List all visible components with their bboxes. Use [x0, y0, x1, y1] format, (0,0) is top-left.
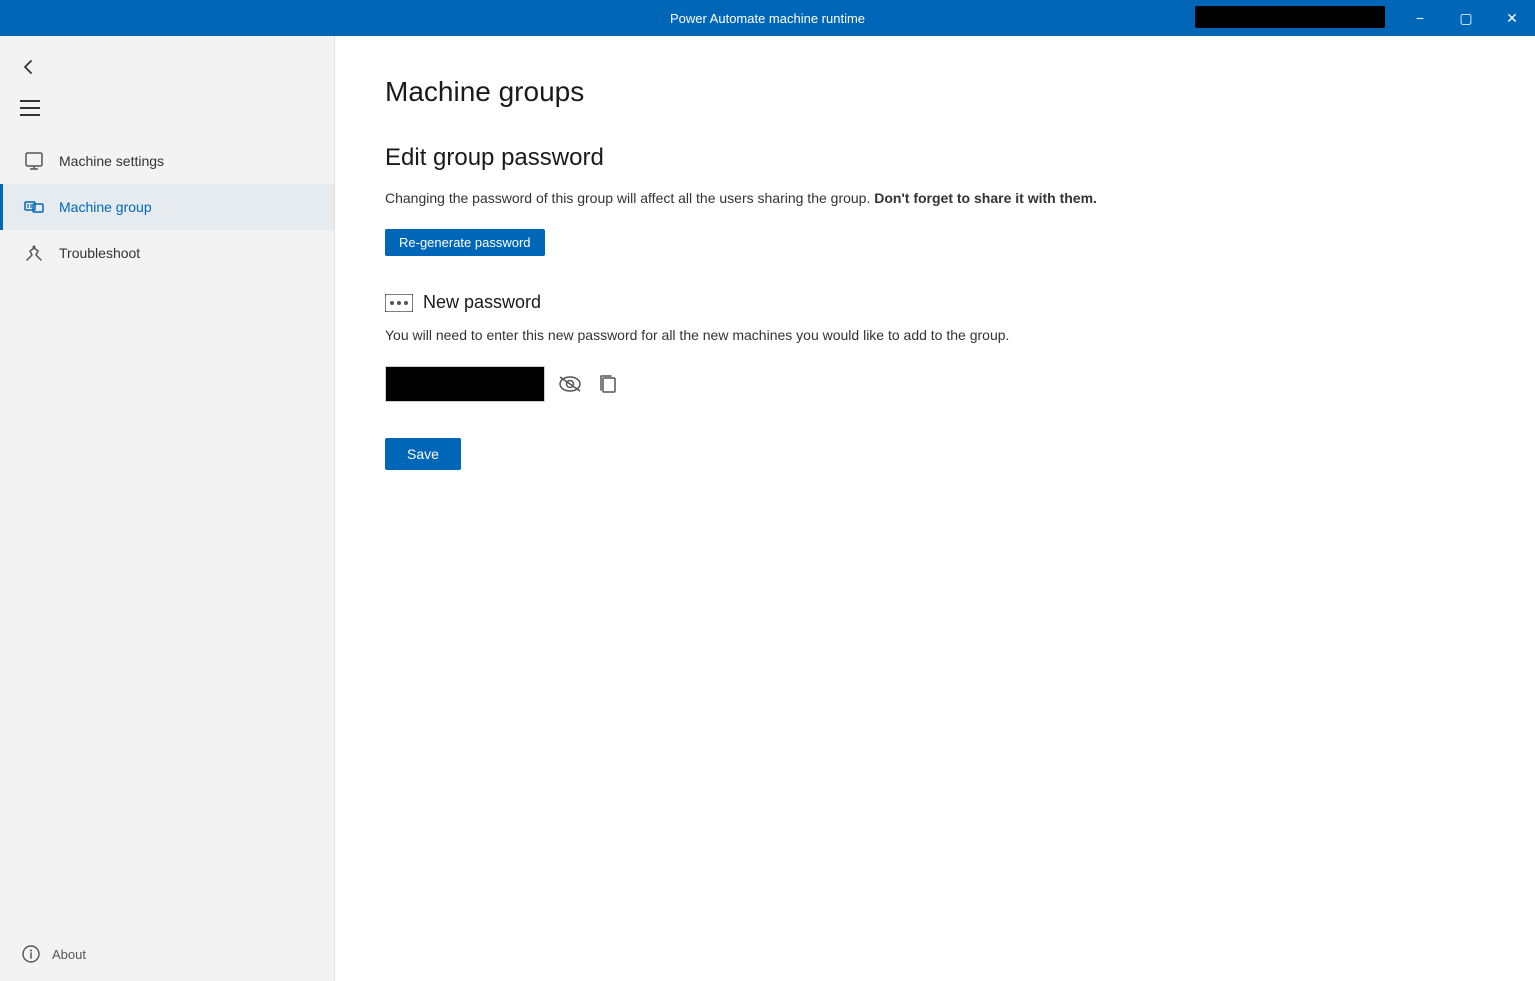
sidebar: Machine settings Machine group: [0, 36, 335, 981]
password-dots-icon: [385, 294, 413, 312]
about-button[interactable]: About: [0, 927, 334, 981]
new-password-title: New password: [423, 292, 541, 313]
password-description: You will need to enter this new password…: [385, 325, 1485, 346]
save-button[interactable]: Save: [385, 438, 461, 470]
hamburger-icon: [20, 100, 40, 116]
description-bold: Don't forget to share it with them.: [874, 190, 1097, 206]
sidebar-nav: Machine settings Machine group: [0, 138, 334, 927]
maximize-button[interactable]: ▢: [1443, 0, 1489, 36]
copy-password-button[interactable]: [595, 370, 621, 398]
password-field[interactable]: [385, 366, 545, 402]
titlebar-controls: − ▢ ✕: [1397, 0, 1535, 36]
page-title: Machine groups: [385, 76, 1485, 108]
troubleshoot-label: Troubleshoot: [59, 245, 140, 261]
machine-settings-icon: [23, 150, 45, 172]
section-title: Edit group password: [385, 144, 1485, 172]
regenerate-password-button[interactable]: Re-generate password: [385, 229, 545, 256]
machine-group-label: Machine group: [59, 199, 152, 215]
minimize-button[interactable]: −: [1397, 0, 1443, 36]
sidebar-item-machine-settings[interactable]: Machine settings: [0, 138, 334, 184]
copy-icon: [599, 374, 617, 394]
machine-group-icon: [23, 196, 45, 218]
password-row: [385, 366, 1485, 402]
close-button[interactable]: ✕: [1489, 0, 1535, 36]
new-password-header: New password: [385, 292, 1485, 313]
eye-icon: [559, 376, 581, 392]
description-normal: Changing the password of this group will…: [385, 190, 870, 206]
about-label: About: [52, 947, 86, 962]
app-body: Machine settings Machine group: [0, 36, 1535, 981]
hamburger-button[interactable]: [0, 88, 334, 128]
about-icon: [20, 943, 42, 965]
machine-settings-label: Machine settings: [59, 153, 164, 169]
titlebar-redacted: [1195, 6, 1385, 28]
back-button[interactable]: [0, 46, 334, 88]
titlebar-title: Power Automate machine runtime: [670, 11, 865, 26]
titlebar: Power Automate machine runtime − ▢ ✕: [0, 0, 1535, 36]
troubleshoot-icon: [23, 242, 45, 264]
main-content: Machine groups Edit group password Chang…: [335, 36, 1535, 981]
back-icon: [20, 58, 38, 76]
sidebar-item-machine-group[interactable]: Machine group: [0, 184, 334, 230]
toggle-password-visibility-button[interactable]: [555, 372, 585, 396]
sidebar-item-troubleshoot[interactable]: Troubleshoot: [0, 230, 334, 276]
description-text: Changing the password of this group will…: [385, 188, 1485, 209]
